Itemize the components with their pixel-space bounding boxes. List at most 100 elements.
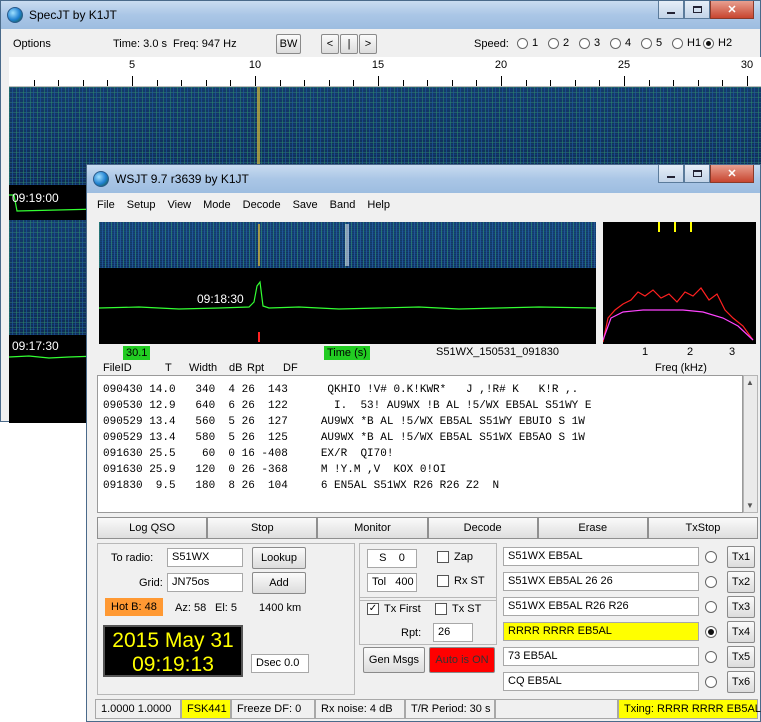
menu-setup[interactable]: Setup xyxy=(127,199,156,211)
tx-message-field[interactable]: S51WX EB5AL R26 R26 xyxy=(503,597,699,616)
wsjt-waterfall[interactable]: 09:18:30 xyxy=(99,222,596,344)
tx-message-field[interactable]: RRRR RRRR EB5AL xyxy=(503,622,699,641)
radio-button-icon[interactable] xyxy=(703,37,714,49)
menu-mode[interactable]: Mode xyxy=(203,199,231,211)
speed-radio[interactable]: H2 xyxy=(703,37,734,49)
lookup-button[interactable]: Lookup xyxy=(252,547,306,569)
nav-left-button[interactable]: < xyxy=(321,34,339,54)
menu-file[interactable]: File xyxy=(97,199,115,211)
radio-button-icon[interactable] xyxy=(610,37,621,49)
nav-mid-button[interactable]: | xyxy=(340,34,358,54)
bw-button[interactable]: BW xyxy=(276,34,301,54)
tx-select-radio[interactable] xyxy=(705,601,717,613)
decode-line[interactable]: 090530 12.9 640 6 26 122 I. 53! AU9WX !B… xyxy=(103,398,742,414)
to-radio-field[interactable]: S51WX xyxy=(167,548,243,567)
tx-button[interactable]: Tx2 xyxy=(727,571,755,593)
speed-radio[interactable]: 3 xyxy=(579,37,610,49)
tx-select-radio[interactable] xyxy=(705,626,717,638)
spectrum-display xyxy=(603,222,756,344)
radio-button-icon[interactable] xyxy=(517,37,528,49)
decode-scrollbar[interactable]: ▲ ▼ xyxy=(743,375,758,513)
wsjt-titlebar[interactable]: WSJT 9.7 r3639 by K1JT ✕ xyxy=(87,165,760,193)
minimize-icon xyxy=(667,11,675,14)
minimize-button[interactable] xyxy=(658,1,684,19)
tx-st-checkbox[interactable]: Tx ST xyxy=(435,603,481,615)
col-db: dB xyxy=(229,362,243,374)
decode-button[interactable]: Decode xyxy=(427,517,538,539)
col-width: Width xyxy=(189,362,218,374)
scale-tick xyxy=(107,80,109,86)
auto-on-button[interactable]: Auto is ON xyxy=(429,647,495,673)
tx-select-radio[interactable] xyxy=(705,676,717,688)
erase-button[interactable]: Erase xyxy=(537,517,648,539)
maximize-button[interactable] xyxy=(684,165,710,183)
menu-decode[interactable]: Decode xyxy=(243,199,281,211)
scroll-up-icon[interactable]: ▲ xyxy=(746,378,754,387)
radio-button-icon[interactable] xyxy=(548,37,559,49)
decode-text-area[interactable]: 090430 14.0 340 4 26 143 QKHIO !V# 0.K!K… xyxy=(97,375,743,513)
txstop-button[interactable]: TxStop xyxy=(647,517,759,539)
tx-select-radio[interactable] xyxy=(705,576,717,588)
gen-msgs-button[interactable]: Gen Msgs xyxy=(363,647,425,673)
minimize-button[interactable] xyxy=(658,165,684,183)
tx-select-radio[interactable] xyxy=(705,651,717,663)
dsec-field[interactable]: Dsec 0.0 xyxy=(251,654,309,673)
scale-tick xyxy=(673,80,675,86)
tx-button[interactable]: Tx6 xyxy=(727,671,755,693)
decode-line[interactable]: 090529 13.4 580 5 26 125 AU9WX *B AL !5/… xyxy=(103,430,742,446)
menu-view[interactable]: View xyxy=(167,199,191,211)
monitor-button[interactable]: Monitor xyxy=(317,517,428,539)
s-field[interactable]: S 0 xyxy=(367,549,417,568)
speed-radio[interactable]: 2 xyxy=(548,37,579,49)
menu-help[interactable]: Help xyxy=(367,199,390,211)
speed-radio[interactable]: 4 xyxy=(610,37,641,49)
speed-radio[interactable]: 1 xyxy=(517,37,548,49)
tx-message-field[interactable]: 73 EB5AL xyxy=(503,647,699,666)
decode-line[interactable]: 090529 13.4 560 5 26 127 AU9WX *B AL !5/… xyxy=(103,414,742,430)
decode-line[interactable]: 090430 14.0 340 4 26 143 QKHIO !V# 0.K!K… xyxy=(103,382,742,398)
add-button[interactable]: Add xyxy=(252,572,306,594)
close-button[interactable]: ✕ xyxy=(710,1,754,19)
stop-button[interactable]: Stop xyxy=(207,517,318,539)
radio-button-icon[interactable] xyxy=(672,37,683,49)
menu-save[interactable]: Save xyxy=(293,199,318,211)
tx-message-field[interactable]: S51WX EB5AL 26 26 xyxy=(503,572,699,591)
rpt-field[interactable]: 26 xyxy=(433,623,473,642)
decode-line[interactable]: 091630 25.9 120 0 26 -368 M !Y.M ,V KOX … xyxy=(103,462,742,478)
grid-label: Grid: xyxy=(139,577,163,589)
col-t: T xyxy=(165,362,172,374)
decode-line[interactable]: 091830 9.5 180 8 26 104 6 EN5AL S51WX R2… xyxy=(103,478,742,494)
tx-button[interactable]: Tx4 xyxy=(727,621,755,643)
speed-radio[interactable]: 5 xyxy=(641,37,672,49)
tx-first-checkbox[interactable]: ✓ Tx First xyxy=(367,603,421,615)
grid-field[interactable]: JN75os xyxy=(167,573,243,592)
menu-band[interactable]: Band xyxy=(330,199,356,211)
tx-button[interactable]: Tx5 xyxy=(727,646,755,668)
tol-field[interactable]: Tol 400 xyxy=(367,573,417,592)
scale-tick xyxy=(624,76,625,86)
close-button[interactable]: ✕ xyxy=(710,165,754,183)
tx-select-radio[interactable] xyxy=(705,551,717,563)
hot-b-indicator: Hot B: 48 xyxy=(105,598,163,616)
scale-tick xyxy=(328,80,330,86)
scroll-down-icon[interactable]: ▼ xyxy=(746,501,754,510)
radio-button-icon[interactable] xyxy=(579,37,590,49)
log-qso-button[interactable]: Log QSO xyxy=(97,517,208,539)
rx-st-checkbox[interactable]: Rx ST xyxy=(437,575,485,587)
speed-radio[interactable]: H1 xyxy=(672,37,703,49)
options-menu[interactable]: Options xyxy=(13,38,51,50)
tx-message-field[interactable]: CQ EB5AL xyxy=(503,672,699,691)
radio-button-icon[interactable] xyxy=(641,37,652,49)
nav-right-button[interactable]: > xyxy=(359,34,377,54)
tx-message-field[interactable]: S51WX EB5AL xyxy=(503,547,699,566)
maximize-button[interactable] xyxy=(684,1,710,19)
scale-tick xyxy=(33,80,35,86)
specjt-titlebar[interactable]: SpecJT by K1JT ✕ xyxy=(1,1,760,29)
tx-button[interactable]: Tx3 xyxy=(727,596,755,618)
decode-line[interactable]: 091630 25.5 60 0 16 -408 EX/R QI70! xyxy=(103,446,742,462)
tx-button[interactable]: Tx1 xyxy=(727,546,755,568)
zap-checkbox[interactable]: Zap xyxy=(437,551,473,563)
scale-tick xyxy=(451,80,453,86)
speed-radio-label: 5 xyxy=(656,37,663,49)
tol-value: 400 xyxy=(395,576,414,588)
